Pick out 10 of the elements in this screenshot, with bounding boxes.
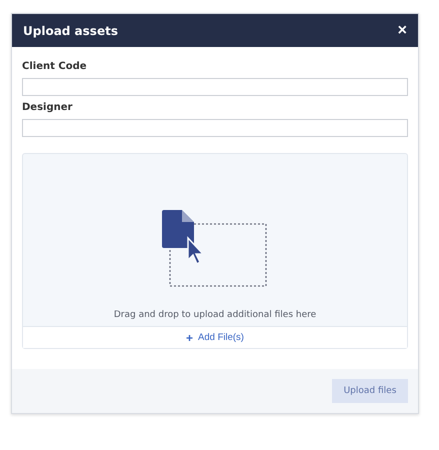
input-field[interactable] — [22, 119, 408, 137]
close-button[interactable]: × — [398, 22, 407, 40]
drop-zone[interactable]: Drag and drop to upload additional files here + Add File(s) — [22, 153, 408, 349]
drop-hint: Drag and drop to upload additional files here — [114, 310, 316, 320]
field-label: Designer — [22, 102, 74, 113]
file-drag-icon — [162, 210, 268, 288]
input-field[interactable] — [22, 78, 408, 96]
add-files-button[interactable]: + Add File(s) — [23, 326, 407, 348]
dialog-title: Upload assets — [23, 24, 118, 38]
field-label: Client Code — [22, 61, 88, 72]
